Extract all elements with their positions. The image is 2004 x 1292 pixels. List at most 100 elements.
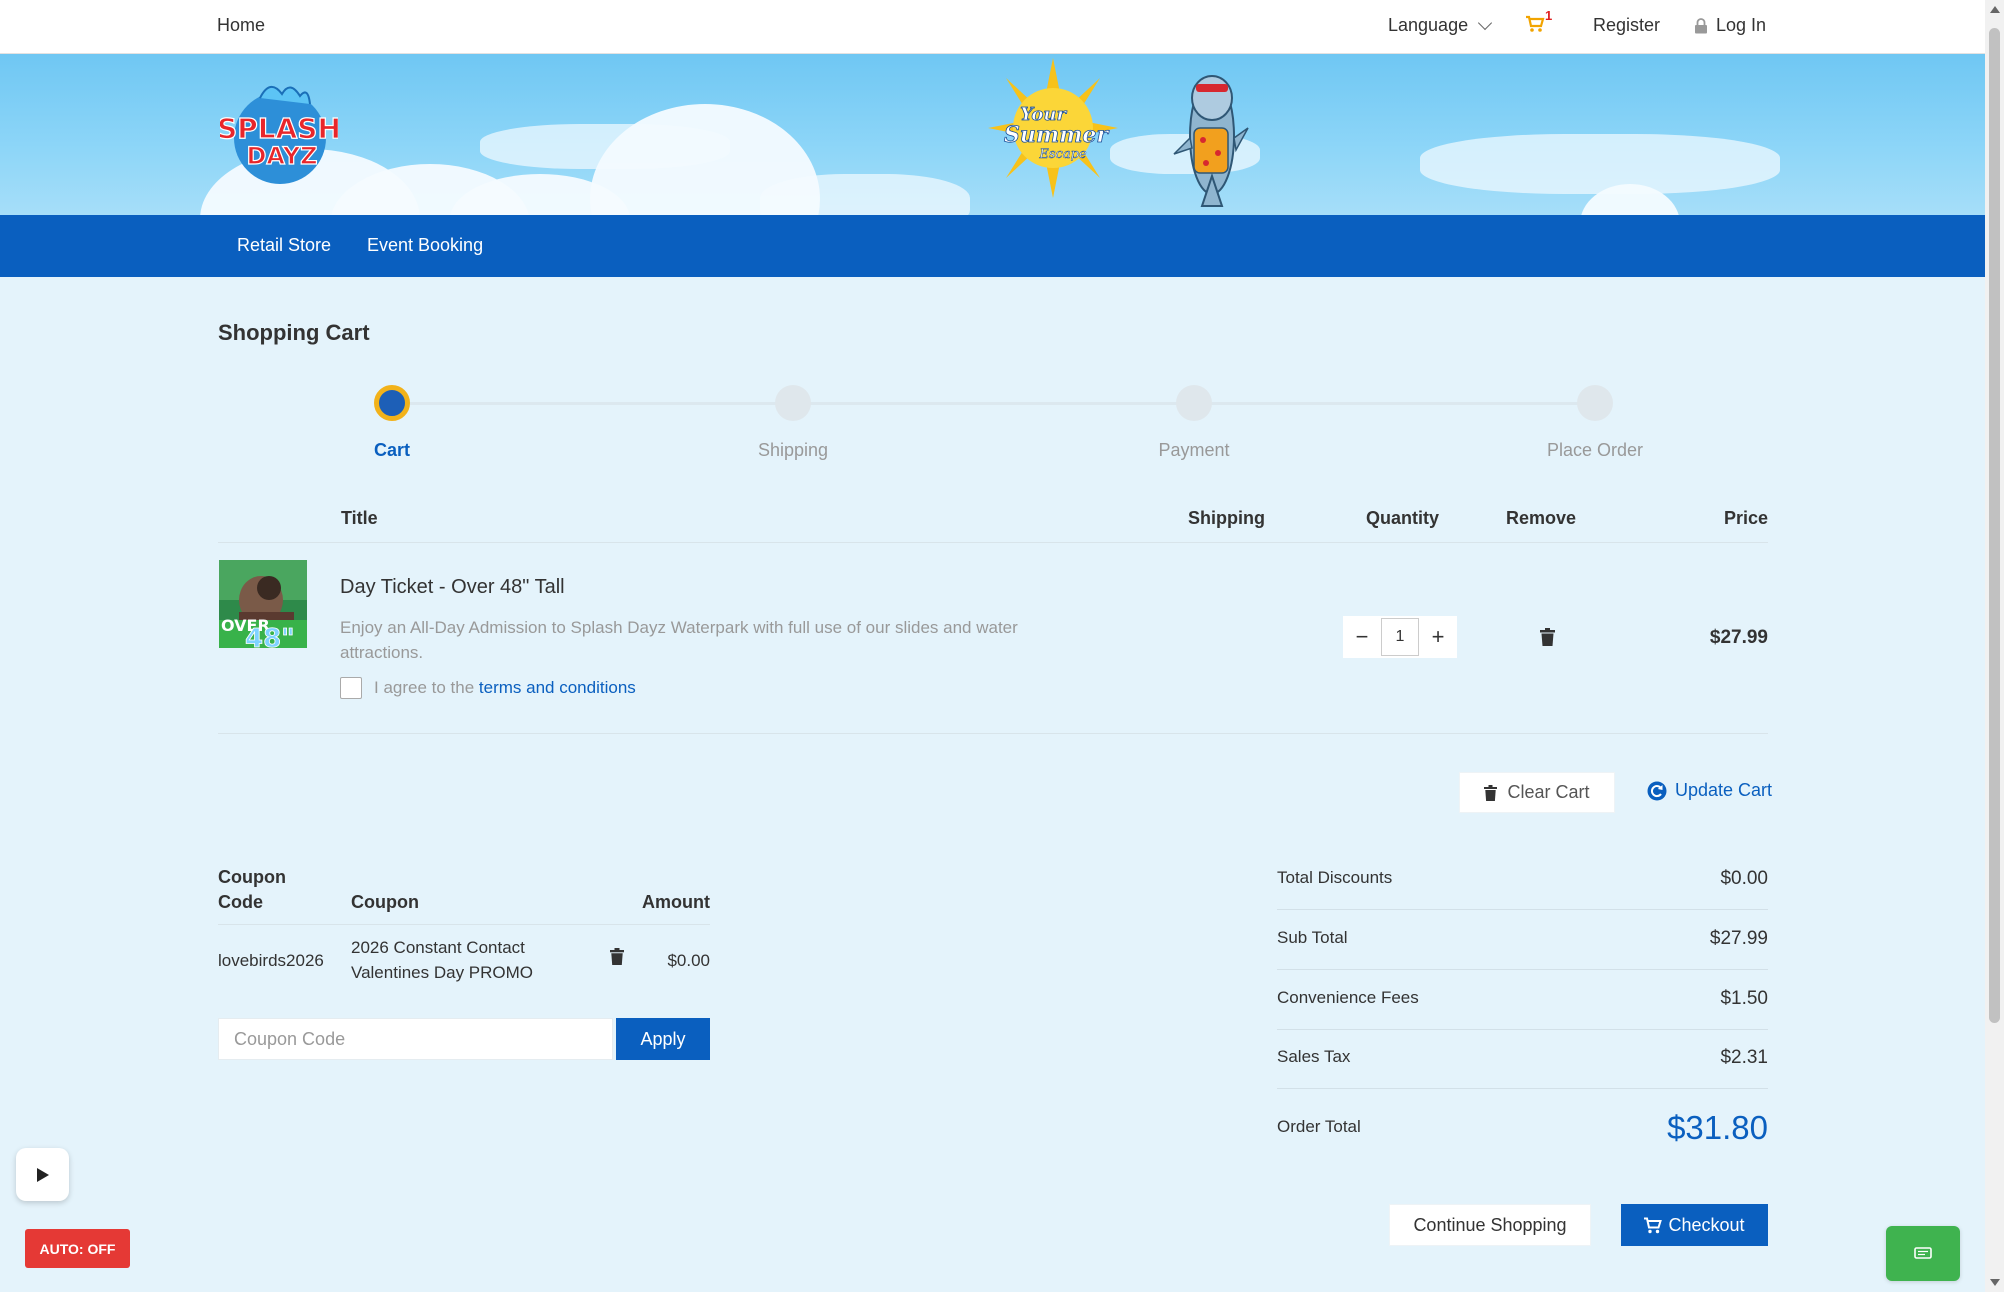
step-dot-shipping: [775, 385, 811, 421]
terms-link[interactable]: terms and conditions: [479, 678, 636, 697]
cart-icon: [1526, 15, 1545, 32]
increase-quantity-button[interactable]: +: [1419, 616, 1457, 658]
auto-toggle-button[interactable]: AUTO: OFF: [25, 1229, 130, 1268]
summary-row-subtotal: Sub Total $27.99: [1277, 910, 1768, 970]
splash-dayz-logo[interactable]: SPLASH DAYZ: [216, 76, 342, 191]
page-scrollbar[interactable]: [1985, 0, 2004, 1292]
order-total-label: Order Total: [1277, 1117, 1361, 1136]
continue-shopping-button[interactable]: Continue Shopping: [1389, 1204, 1591, 1246]
stepper-line: [392, 402, 1592, 405]
summary-amount: $2.31: [1720, 1047, 1768, 1068]
nav-retail-store[interactable]: Retail Store: [237, 235, 331, 256]
home-link[interactable]: Home: [217, 15, 265, 36]
checkout-button[interactable]: Checkout: [1621, 1204, 1768, 1246]
quantity-input[interactable]: 1: [1381, 618, 1419, 656]
summer-escape-sun-graphic: Your Summer Escape: [988, 58, 1118, 198]
trash-icon: [1540, 628, 1555, 646]
summary-row-fees: Convenience Fees $1.50: [1277, 970, 1768, 1030]
summary-row-tax: Sales Tax $2.31: [1277, 1029, 1768, 1089]
lock-icon: [1695, 17, 1707, 33]
logo-text-dayz: DAYZ: [247, 142, 318, 170]
coupon-name-value: 2026 Constant Contact Valentines Day PRO…: [351, 938, 534, 982]
coupon-divider: [218, 924, 710, 925]
coupon-header-code: Coupon Code: [218, 867, 286, 912]
sun-text-escape: Escape: [1038, 147, 1087, 162]
step-label-payment: Payment: [1158, 440, 1230, 460]
coupon-header-coupon: Coupon: [351, 892, 419, 912]
item-thumbnail[interactable]: OVER 48": [219, 560, 307, 648]
cart-count-badge: 1: [1545, 8, 1553, 23]
summary-label: Convenience Fees: [1277, 988, 1419, 1007]
step-dot-cart: [374, 385, 410, 421]
decrease-quantity-button[interactable]: −: [1343, 616, 1381, 658]
column-header-shipping: Shipping: [1188, 508, 1265, 528]
step-dot-place-order: [1577, 385, 1613, 421]
register-link[interactable]: Register: [1593, 15, 1660, 36]
cart-link[interactable]: 1: [1525, 8, 1552, 39]
summary-row-discounts: Total Discounts $0.00: [1277, 850, 1768, 910]
step-label-shipping: Shipping: [757, 440, 829, 460]
cart-icon: [1644, 1217, 1663, 1233]
summary-row-order-total: Order Total $31.80: [1277, 1099, 1768, 1159]
scroll-up-arrow-icon[interactable]: [1990, 6, 2000, 13]
chat-icon: [1914, 1246, 1932, 1259]
coupon-code-value: lovebirds2026: [218, 951, 324, 970]
table-divider: [218, 733, 1768, 734]
shark-mascot-graphic: [1170, 58, 1250, 208]
item-description: Enjoy an All-Day Admission to Splash Day…: [340, 618, 1018, 662]
sun-text-summer: Summer: [1004, 122, 1109, 148]
step-dot-payment: [1176, 385, 1212, 421]
update-cart-label: Update Cart: [1675, 780, 1773, 800]
top-navbar: Home Language 1 Register Log In: [0, 0, 1985, 54]
chat-widget-button[interactable]: [1886, 1226, 1960, 1281]
language-dropdown[interactable]: Language: [1388, 15, 1493, 36]
column-header-remove: Remove: [1506, 508, 1577, 528]
page-title: Shopping Cart: [218, 320, 370, 345]
logo-text-splash: SPLASH: [220, 112, 338, 145]
play-icon: [36, 1167, 49, 1182]
column-header-quantity: Quantity: [1366, 508, 1440, 528]
item-price: $27.99: [1709, 627, 1768, 648]
terms-checkbox[interactable]: [340, 677, 362, 699]
thumb-text-48: 48": [245, 624, 295, 648]
step-label-cart: Cart: [373, 440, 411, 460]
header-banner: SPLASH DAYZ Your Summer Escape: [0, 54, 1985, 215]
play-button[interactable]: [16, 1148, 69, 1201]
summary-label: Sales Tax: [1277, 1047, 1351, 1066]
order-total-amount: $31.80: [1667, 1109, 1768, 1146]
login-label: Log In: [1716, 15, 1767, 35]
table-divider: [218, 542, 1768, 543]
coupon-amount-value: $0.00: [667, 951, 710, 970]
quantity-stepper: − 1 +: [1343, 616, 1457, 658]
item-title[interactable]: Day Ticket - Over 48" Tall: [340, 576, 565, 599]
clear-cart-label: Clear Cart: [1507, 782, 1590, 802]
remove-coupon-button[interactable]: [610, 948, 624, 970]
clear-cart-button[interactable]: Clear Cart: [1459, 772, 1615, 813]
column-header-price: Price: [1723, 508, 1768, 528]
trash-icon: [1484, 784, 1498, 801]
checkout-stepper: Cart Shipping Payment Place Order: [218, 383, 1768, 463]
refresh-icon: [1647, 781, 1667, 800]
remove-item-button[interactable]: [1540, 628, 1555, 651]
main-nav: Retail Store Event Booking: [0, 215, 1985, 277]
coupon-header-amount: Amount: [642, 892, 710, 912]
terms-agreement: I agree to the terms and conditions: [340, 677, 636, 699]
coupon-code-input[interactable]: [218, 1018, 613, 1060]
scroll-down-arrow-icon[interactable]: [1990, 1279, 2000, 1286]
scrollbar-thumb[interactable]: [1989, 28, 2000, 1023]
apply-coupon-button[interactable]: Apply: [616, 1018, 710, 1060]
terms-prefix: I agree to the: [374, 678, 475, 697]
summary-amount: $0.00: [1720, 868, 1768, 889]
checkout-label: Checkout: [1668, 1214, 1745, 1235]
summary-amount: $1.50: [1720, 988, 1768, 1009]
trash-icon: [610, 948, 624, 965]
update-cart-button[interactable]: Update Cart: [1647, 780, 1772, 801]
summary-amount: $27.99: [1709, 928, 1768, 949]
login-link[interactable]: Log In: [1694, 15, 1766, 36]
summary-label: Total Discounts: [1277, 868, 1393, 887]
language-label: Language: [1388, 15, 1469, 35]
nav-event-booking[interactable]: Event Booking: [367, 235, 483, 256]
column-header-title: Title: [341, 508, 378, 528]
chevron-down-icon: [1478, 15, 1493, 31]
step-label-place-order: Place Order: [1546, 440, 1644, 460]
